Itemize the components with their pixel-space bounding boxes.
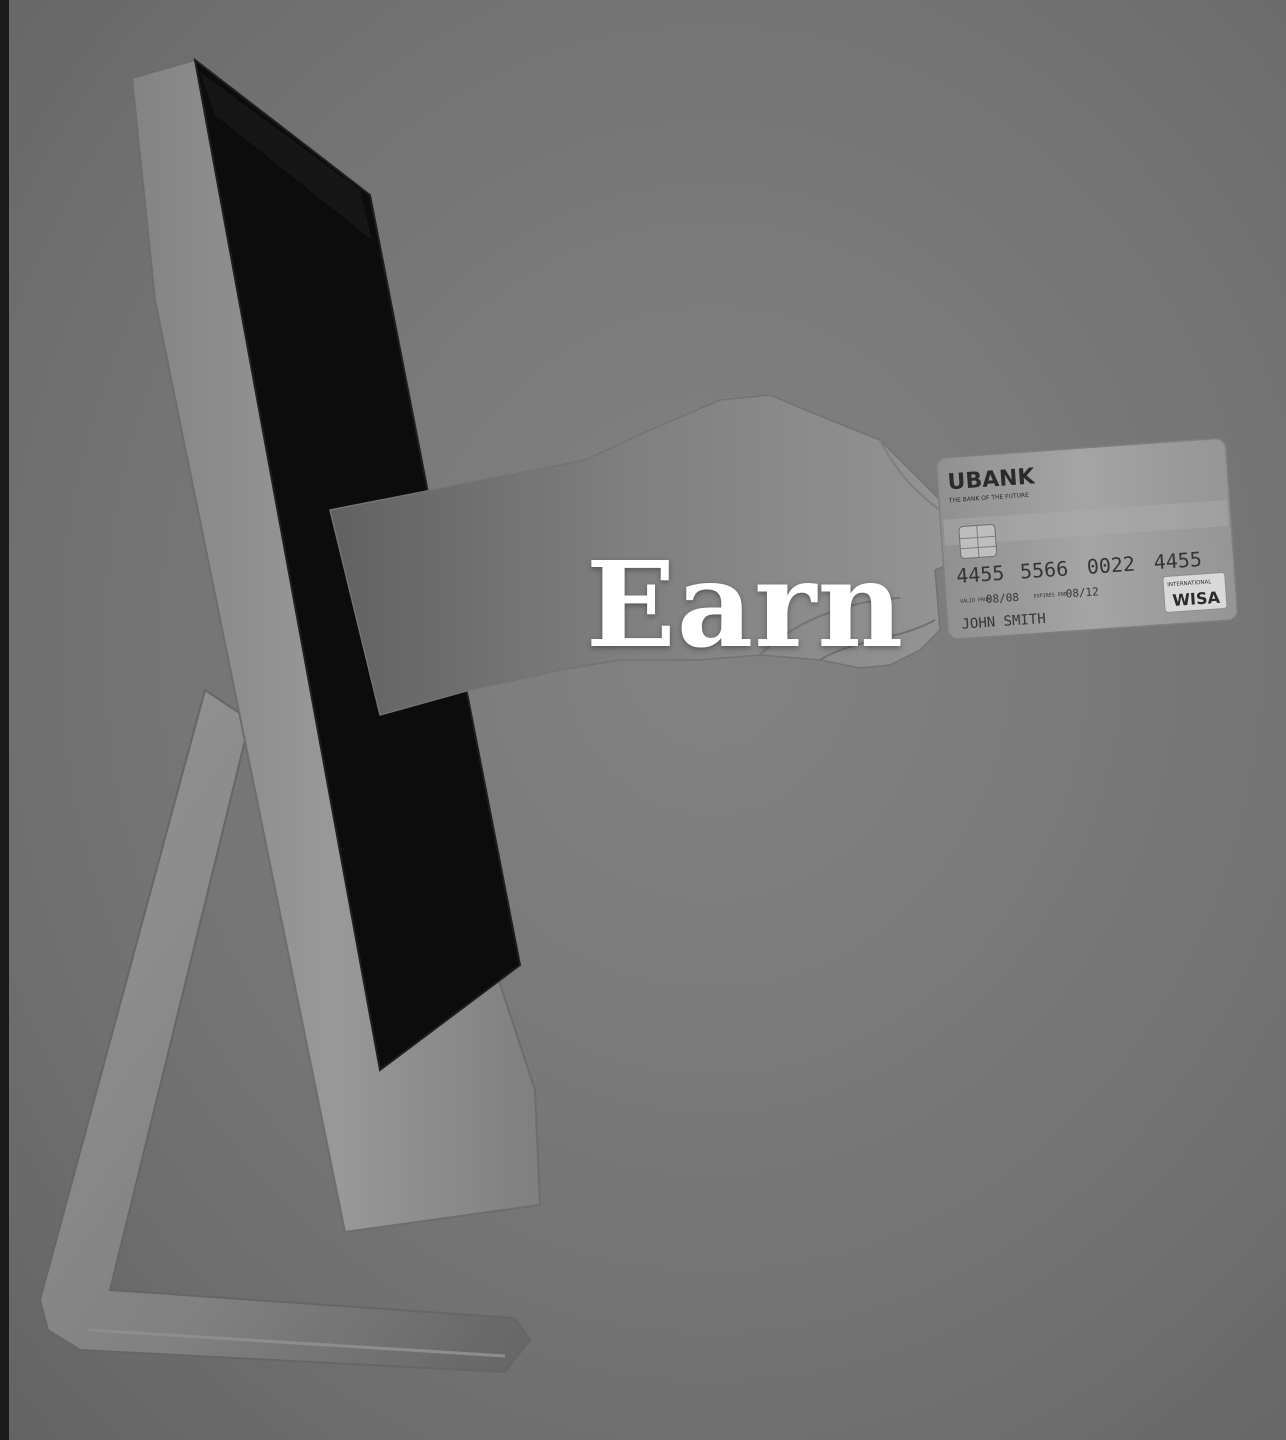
hero-title: Earn — [585, 535, 905, 674]
hero-banner: UBANK THE BANK OF THE FUTURE 4455 5566 0… — [0, 0, 1286, 1440]
hero-overlay — [9, 0, 1286, 1440]
